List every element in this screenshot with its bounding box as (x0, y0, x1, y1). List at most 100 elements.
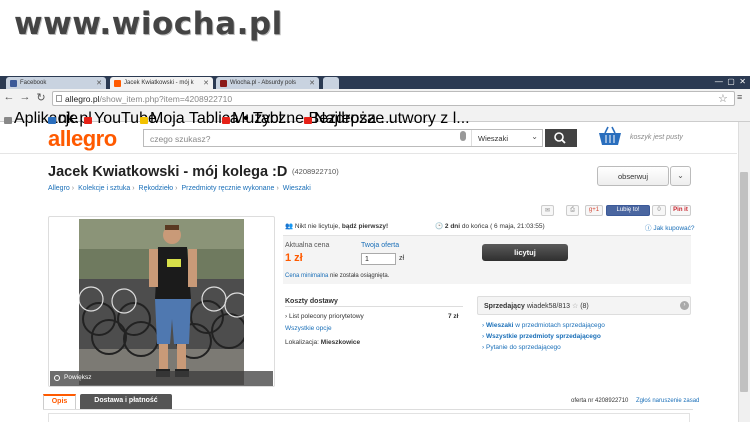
breadcrumb-item[interactable]: Kolekcje i sztuka (78, 185, 130, 192)
min-price-link[interactable]: Cena minimalna (285, 273, 328, 279)
search-button[interactable] (545, 129, 577, 147)
wiocha-icon (220, 80, 227, 87)
apps-grid-icon (4, 117, 12, 124)
your-offer-label[interactable]: Twoja oferta (361, 242, 399, 249)
forward-arrow-icon[interactable]: → (19, 91, 31, 103)
current-price-label: Aktualna cena (285, 242, 330, 249)
offer-number: oferta nr 4208922710 (571, 398, 629, 404)
seller-expand-icon[interactable]: › (680, 301, 689, 310)
seller-name[interactable]: wiadek58/813 (527, 303, 570, 310)
url-host: allegro.pl (65, 94, 100, 104)
how-to-buy-link[interactable]: ⓘ Jak kupować? (645, 222, 695, 232)
breadcrumb: Allegro › Kolekcje i sztuka › Rękodzieło › … (48, 185, 311, 192)
bookmark-najlepsze[interactable]: Najlepsze utwory z l... (304, 110, 470, 128)
youtube-icon (304, 117, 312, 124)
bids-info: 👥 Nikt nie licytuje, bądź pierwszy! (285, 222, 388, 230)
bid-currency: zł (399, 255, 405, 262)
nk-icon (48, 117, 56, 124)
print-icon[interactable]: ⎙ (566, 205, 579, 216)
item-number: (4208922710) (292, 167, 339, 176)
item-title: Jacek Kwiatkowski - mój kolega :D (48, 164, 288, 180)
breadcrumb-item[interactable]: Allegro (48, 185, 70, 192)
how-to-buy-label: Jak kupować? (653, 225, 695, 232)
enlarge-label: Powiększ (64, 374, 92, 381)
watermark-text: www.wiocha.pl (14, 6, 283, 42)
description-box (48, 413, 690, 422)
basket-status[interactable]: koszyk jest pusty (630, 134, 683, 141)
chevron-down-icon: ⌄ (677, 171, 684, 180)
youtube-icon (84, 117, 92, 124)
report-violation-link[interactable]: Zgłoś naruszenie zasad (636, 398, 699, 404)
seller-link-question[interactable]: › Pytanie do sprzedającego (482, 344, 561, 351)
tab-wiocha[interactable]: Wiocha.pl - Absurdy pols ✕ (216, 77, 319, 89)
address-bar[interactable]: allegro.pl/show_item.php?item=4208922710 (52, 91, 735, 106)
tab-facebook[interactable]: Facebook ✕ (6, 77, 106, 89)
seller-box[interactable]: Sprzedający wiadek58/813 ☆ (8) (477, 296, 691, 315)
breadcrumb-item[interactable]: Przedmioty ręcznie wykonane (181, 185, 274, 192)
all-shipping-options-link[interactable]: Wszystkie opcje (285, 325, 332, 332)
seller-link-strong: Wieszaki (485, 322, 514, 329)
time-left: 🕑 2 dni do końca ( 6 maja, 21:03:55) (435, 222, 545, 230)
new-tab-button[interactable] (323, 77, 339, 89)
microphone-icon[interactable] (460, 131, 466, 141)
seller-link-rest: w przedmiotach sprzedającego (515, 322, 605, 329)
close-tab-icon[interactable]: ✕ (96, 79, 102, 87)
bids-strong: bądź pierwszy! (341, 223, 389, 230)
tab-label: Wiocha.pl - Absurdy pols (230, 80, 297, 86)
watch-options-button[interactable]: ⌄ (670, 166, 691, 186)
star-icon: ☆ (571, 303, 579, 310)
current-price: 1 zł (285, 252, 303, 264)
menu-icon[interactable]: ≡ (737, 92, 742, 102)
breadcrumb-item[interactable]: Rękodzieło (139, 185, 174, 192)
chevron-down-icon: ⌄ (531, 132, 538, 141)
min-price-note: Cena minimalna nie została osiągnięta. (285, 273, 389, 279)
tabs-divider (43, 409, 693, 410)
google-plus-button[interactable]: g+1 (585, 205, 603, 216)
reload-icon[interactable]: ↻ (35, 91, 47, 104)
magnifier-icon (54, 375, 60, 381)
location-value: Mieszkowice (320, 339, 361, 346)
time-rest: do końca ( 6 maja, 21:03:55) (461, 223, 545, 230)
tab-label: Facebook (20, 80, 47, 86)
breadcrumb-item[interactable]: Wieszaki (283, 185, 311, 192)
youtube-icon (222, 117, 230, 124)
facebook-like-button[interactable]: Lubię to! (606, 205, 650, 216)
basket-icon[interactable] (597, 125, 623, 147)
shipping-divider (285, 306, 463, 307)
window-controls[interactable]: — ▢ ✕ (715, 77, 746, 86)
location-label: Lokalizacja: (285, 339, 319, 346)
seller-label: Sprzedający (484, 303, 525, 310)
seller-link-rest: Pytanie do sprzedającego (485, 344, 561, 351)
category-select[interactable]: Wieszaki ⌄ (471, 130, 543, 146)
category-value: Wieszaki (478, 134, 509, 143)
seller-link-strong: Wszystkie przedmioty sprzedającego (485, 333, 601, 340)
location: Lokalizacja: Mieszkowice (285, 339, 360, 346)
tab-label: Jacek Kwiatkowski - mój k (124, 80, 194, 86)
watch-button[interactable]: obserwuj (597, 166, 669, 186)
allegro-logo[interactable]: allegro (48, 126, 117, 152)
close-tab-icon[interactable]: ✕ (309, 79, 315, 87)
item-photo[interactable] (79, 219, 244, 385)
tab-description[interactable]: Opis (43, 394, 76, 409)
scrollbar-thumb[interactable] (740, 172, 748, 392)
email-share-icon[interactable]: ✉ (541, 205, 554, 216)
users-icon: 👥 (285, 223, 294, 230)
facebook-icon (10, 80, 17, 87)
search-icon (554, 132, 566, 144)
back-arrow-icon[interactable]: ← (3, 91, 15, 103)
url-path: /show_item.php?item=4208922710 (99, 94, 233, 104)
bookmark-star-icon[interactable]: ☆ (718, 92, 728, 105)
seller-link-all-items[interactable]: › Wszystkie przedmioty sprzedającego (482, 333, 601, 340)
seller-rating: (8) (580, 303, 589, 310)
shipping-cost: 7 zł (448, 313, 459, 320)
allegro-icon (114, 80, 121, 87)
close-tab-icon[interactable]: ✕ (203, 79, 209, 87)
seller-link-category[interactable]: › Wieszaki w przedmiotach sprzedającego (482, 322, 605, 329)
olx-icon (140, 117, 148, 124)
enlarge-photo-button[interactable]: Powiększ (50, 371, 273, 386)
bid-button[interactable]: licytuj (482, 244, 568, 261)
bids-prefix: Nikt nie licytuje, (294, 223, 341, 230)
tab-delivery-payment[interactable]: Dostawa i płatność (80, 394, 172, 409)
pinterest-button[interactable]: Pin it (670, 205, 691, 216)
bid-input[interactable] (361, 253, 396, 265)
